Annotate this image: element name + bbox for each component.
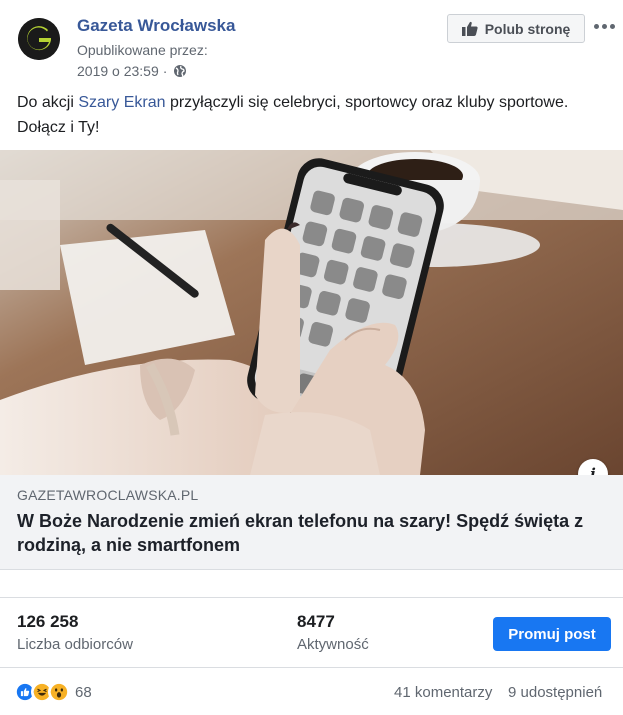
- comments-count-link[interactable]: 41 komentarzy: [394, 684, 492, 701]
- shares-count-link[interactable]: 9 udostępnień: [508, 684, 602, 701]
- more-options-icon: [593, 23, 599, 29]
- gazeta-logo-icon: [18, 18, 60, 60]
- wow-reaction-icon: [48, 681, 70, 703]
- like-page-label: Polub stronę: [484, 20, 571, 37]
- link-title[interactable]: W Boże Narodzenie zmień ekran telefonu n…: [17, 509, 587, 557]
- page-name-link[interactable]: Gazeta Wrocławska: [77, 16, 235, 36]
- reaction-count: 68: [75, 683, 92, 701]
- more-options-button[interactable]: [592, 18, 616, 34]
- reactions-summary[interactable]: 68: [14, 681, 92, 703]
- post-footer: 68 41 komentarzy 9 udostępnień: [0, 667, 623, 715]
- post-message: Do akcji Szary Ekran przyłączyli się cel…: [17, 90, 607, 140]
- link-preview[interactable]: GAZETAWROCLAWSKA.PL W Boże Narodzenie zm…: [0, 475, 623, 570]
- post-text-start: Do akcji: [17, 94, 79, 111]
- published-by-label: Opublikowane przez:: [77, 42, 208, 58]
- post-card: Gazeta Wrocławska Opublikowane przez: 20…: [0, 0, 623, 715]
- reach-value[interactable]: 126 258: [17, 612, 78, 632]
- thumbs-up-icon: [461, 21, 478, 36]
- like-page-button[interactable]: Polub stronę: [447, 14, 585, 43]
- separator-dot: ·: [162, 63, 168, 79]
- reach-label: Liczba odbiorców: [17, 636, 133, 653]
- globe-icon[interactable]: [173, 64, 187, 78]
- post-timestamp-row: 2019 o 23:59 ·: [77, 63, 187, 79]
- link-domain: GAZETAWROCLAWSKA.PL: [17, 487, 199, 503]
- post-image[interactable]: [0, 150, 623, 475]
- post-insights: 126 258 Liczba odbiorców 8477 Aktywność …: [0, 597, 623, 667]
- engagement-label: Aktywność: [297, 636, 369, 653]
- hashtag-link[interactable]: Szary Ekran: [78, 94, 165, 111]
- page-avatar[interactable]: [18, 18, 60, 60]
- post-timestamp[interactable]: 2019 o 23:59: [77, 63, 159, 79]
- grayscale-phone-photo: [0, 150, 623, 475]
- promote-post-button[interactable]: Promuj post: [493, 617, 611, 651]
- engagement-value[interactable]: 8477: [297, 612, 335, 632]
